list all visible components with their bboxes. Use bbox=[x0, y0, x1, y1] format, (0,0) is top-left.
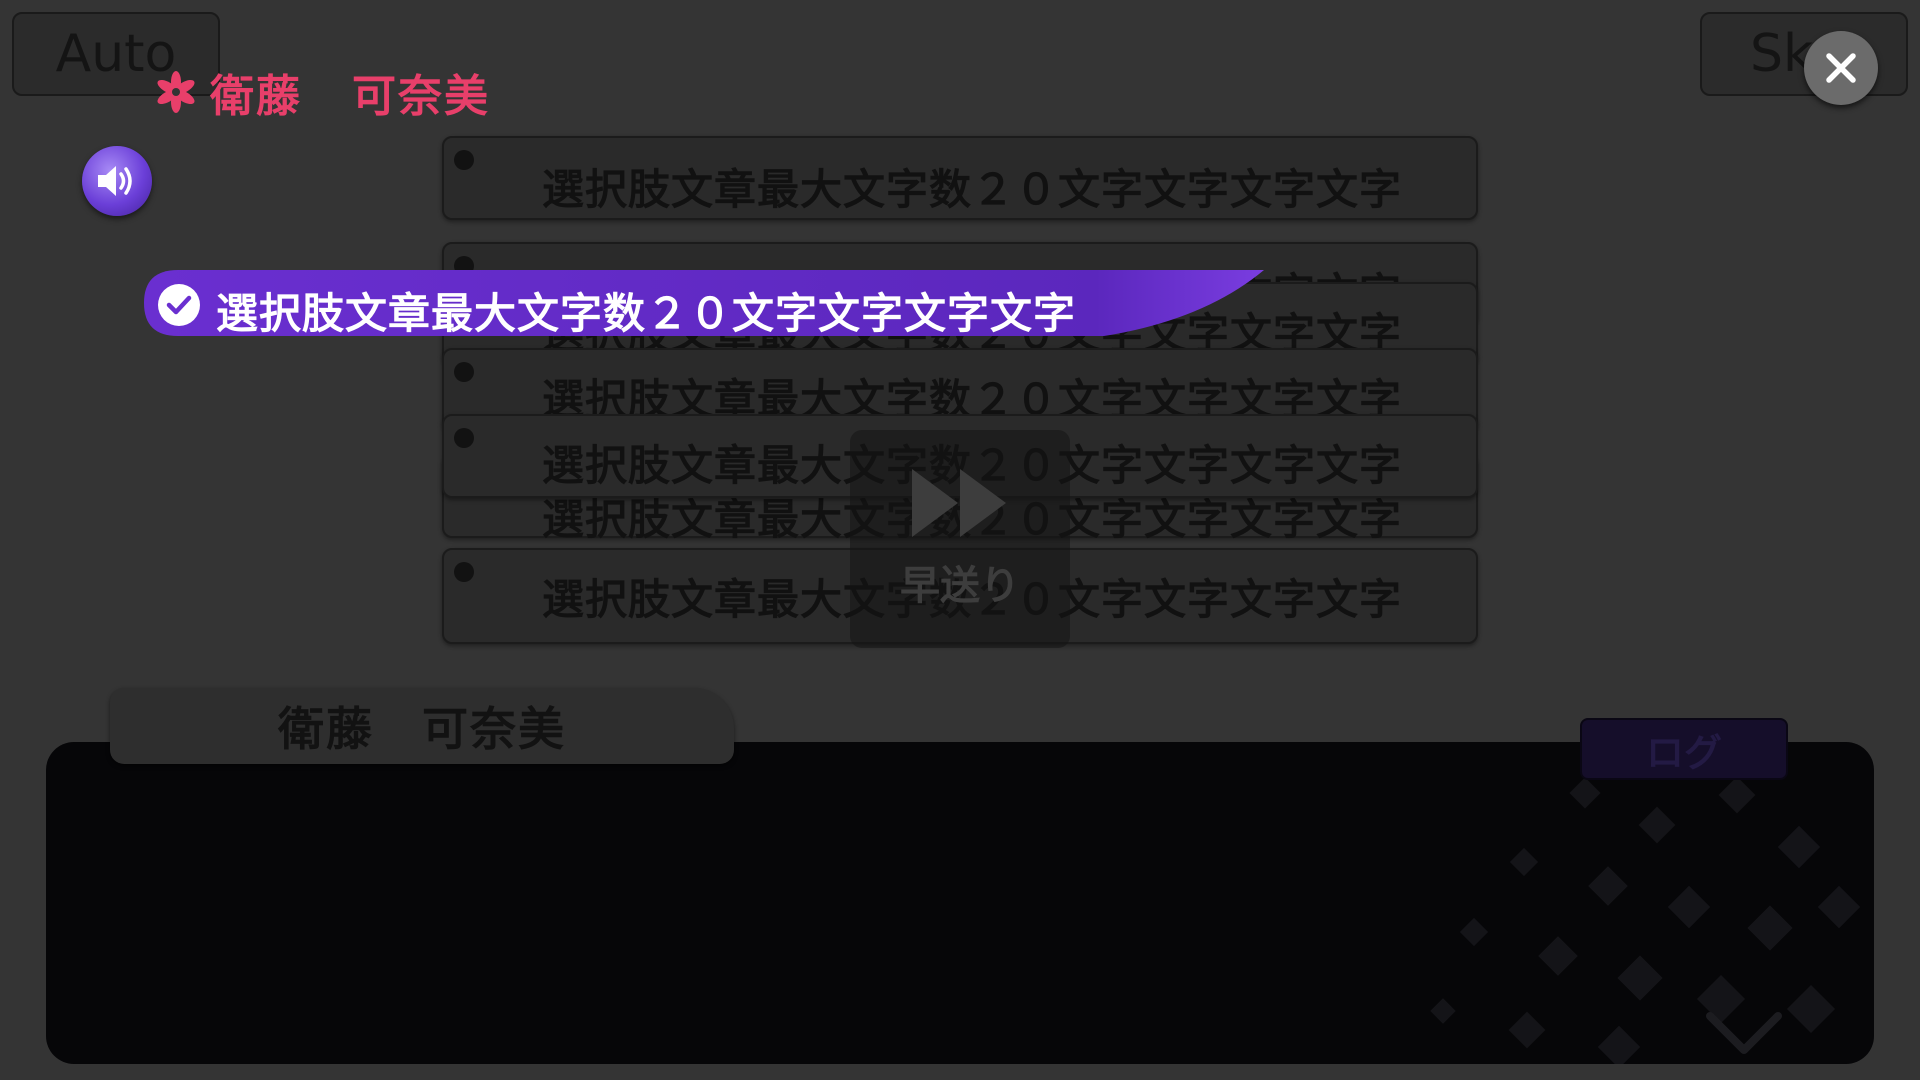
selected-choice-text: 選択肢文章最大文字数２０文字文字文字文字 bbox=[216, 289, 1077, 338]
fast-forward-label: 早送り bbox=[900, 563, 1020, 609]
skip-button[interactable]: Sk bbox=[1700, 12, 1908, 96]
message-window-pattern bbox=[1430, 776, 1861, 1064]
bullet-icon bbox=[454, 428, 474, 448]
skip-button-label: Sk bbox=[1750, 24, 1814, 84]
log-button-label: ログ bbox=[1645, 730, 1722, 775]
fast-forward-indicator: 早送り bbox=[850, 430, 1070, 648]
bullet-icon bbox=[454, 362, 474, 382]
check-icon bbox=[158, 284, 200, 326]
log-button[interactable]: ログ bbox=[1580, 718, 1788, 780]
close-icon bbox=[1826, 53, 1856, 83]
speaker-name-plate: 衛藤 可奈美 bbox=[110, 688, 734, 764]
history-speaker: 衛藤 可奈美 bbox=[152, 60, 490, 124]
bullet-icon bbox=[454, 562, 474, 582]
speaker-icon bbox=[98, 166, 132, 196]
game-screen: Auto Sk 選択肢文章最大文字数２０文字文字文字文字 選択肢文章最大文字数２… bbox=[0, 0, 1920, 1080]
choice-item: 選択肢文章最大文字数２０文字文字文字文字 bbox=[442, 136, 1478, 220]
bullet-icon bbox=[454, 150, 474, 170]
message-window[interactable] bbox=[46, 742, 1874, 1064]
voice-replay-button[interactable] bbox=[82, 146, 152, 216]
fast-forward-icon bbox=[912, 469, 1006, 537]
flower-icon bbox=[157, 71, 195, 113]
chevron-down-icon[interactable] bbox=[1706, 1010, 1782, 1058]
speaker-name: 衛藤 可奈美 bbox=[278, 702, 566, 756]
selected-choice-banner: 選択肢文章最大文字数２０文字文字文字文字 bbox=[144, 270, 1264, 340]
history-speaker-first-name: 衛藤 bbox=[210, 71, 302, 122]
choice-text: 選択肢文章最大文字数２０文字文字文字文字 bbox=[542, 165, 1403, 214]
history-speaker-last-name: 可奈美 bbox=[352, 71, 490, 122]
close-button[interactable] bbox=[1804, 31, 1878, 105]
